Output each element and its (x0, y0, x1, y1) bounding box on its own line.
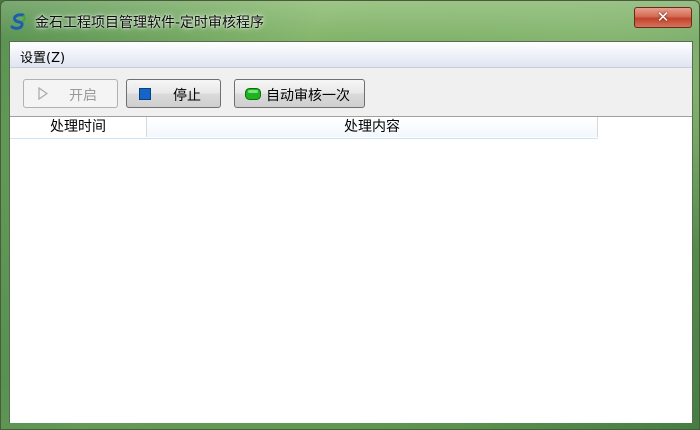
green-pill-icon (245, 88, 261, 104)
column-header-time[interactable]: 处理时间 (10, 117, 147, 137)
toolbar: 开启 停止 自动审核一次 (10, 68, 692, 114)
play-triangle-icon (38, 86, 49, 104)
close-button[interactable]: ✕ (634, 7, 692, 28)
start-button-label: 开启 (69, 88, 97, 104)
app-window: 金石工程项目管理软件-定时审核程序 ✕ 设置(Z) 开启 停止 自动审核一次 处… (0, 0, 700, 430)
audit-once-button-label: 自动审核一次 (266, 88, 350, 104)
stop-button-label: 停止 (173, 88, 201, 104)
audit-once-button[interactable]: 自动审核一次 (234, 79, 365, 108)
app-logo-icon (9, 12, 29, 32)
close-icon: ✕ (656, 8, 670, 26)
client-area: 设置(Z) 开启 停止 自动审核一次 处理时间 处理内容 (9, 41, 693, 423)
menu-settings[interactable]: 设置(Z) (20, 47, 65, 66)
column-header-content[interactable]: 处理内容 (147, 117, 598, 137)
menu-bar: 设置(Z) (10, 42, 692, 68)
stop-square-icon (139, 88, 151, 104)
window-title: 金石工程项目管理软件-定时审核程序 (35, 15, 265, 31)
stop-button[interactable]: 停止 (126, 79, 221, 108)
table-header: 处理时间 处理内容 (10, 117, 598, 139)
start-button[interactable]: 开启 (23, 79, 118, 108)
title-bar[interactable]: 金石工程项目管理软件-定时审核程序 ✕ (1, 1, 699, 41)
log-table[interactable]: 处理时间 处理内容 (10, 116, 692, 423)
